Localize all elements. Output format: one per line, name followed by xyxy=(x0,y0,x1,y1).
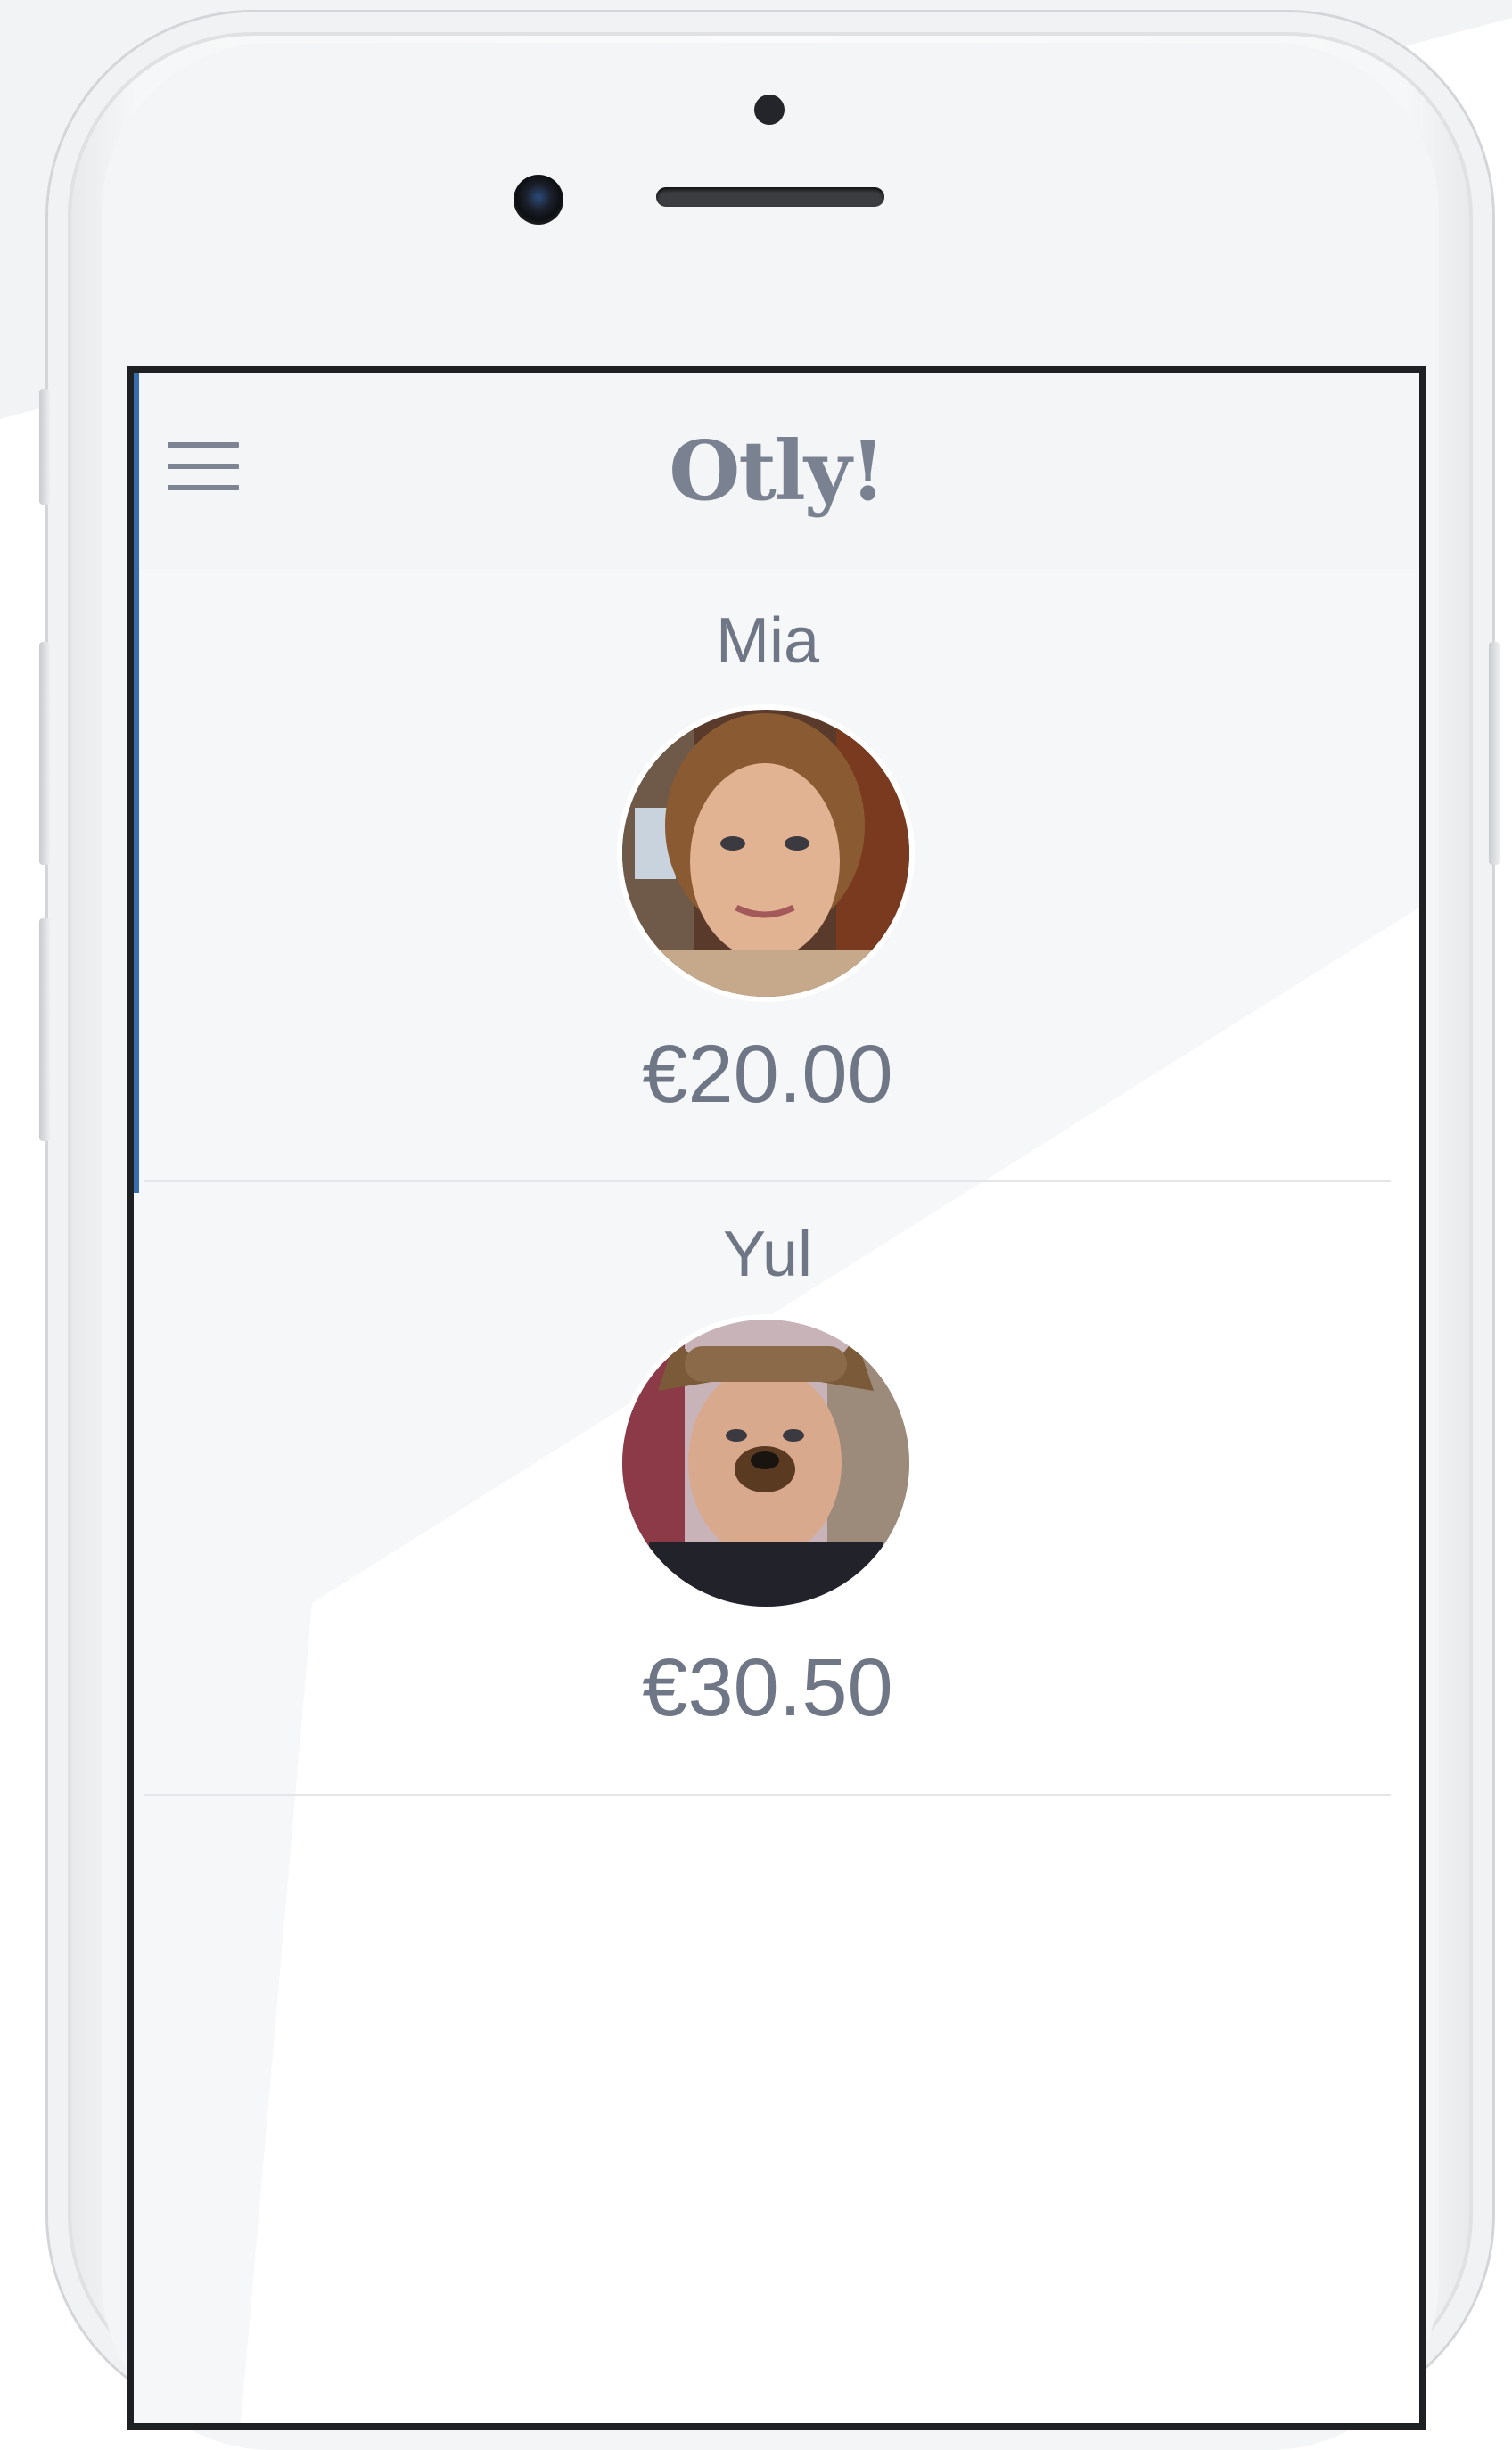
phone-volume-up-button xyxy=(39,642,50,865)
person-card[interactable]: Yul €30.50 xyxy=(144,1182,1391,1796)
app-header: Otly! xyxy=(134,373,1419,569)
avatar-photo-mia xyxy=(622,710,909,997)
person-balance: €20.00 xyxy=(642,1029,893,1120)
front-camera xyxy=(514,175,563,225)
phone-mute-switch xyxy=(39,389,50,505)
app-logo: Otly! xyxy=(669,423,885,519)
child-photo-avatar[interactable] xyxy=(617,1314,915,1612)
avatar-photo-yul xyxy=(622,1320,909,1607)
earpiece-speaker xyxy=(656,187,884,207)
person-name: Mia xyxy=(715,605,819,677)
phone-screen: Otly! Mia €20.00 Yul €30.50 xyxy=(127,366,1426,2430)
phone-volume-down-button xyxy=(39,918,50,1141)
person-balance: €30.50 xyxy=(642,1642,893,1733)
person-name: Yul xyxy=(722,1219,813,1290)
person-card[interactable]: Mia €20.00 xyxy=(144,569,1391,1182)
proximity-sensor xyxy=(754,95,785,125)
phone-power-button xyxy=(1489,642,1500,865)
child-photo-avatar[interactable] xyxy=(617,704,915,1002)
selection-accent-bar xyxy=(134,373,139,1193)
